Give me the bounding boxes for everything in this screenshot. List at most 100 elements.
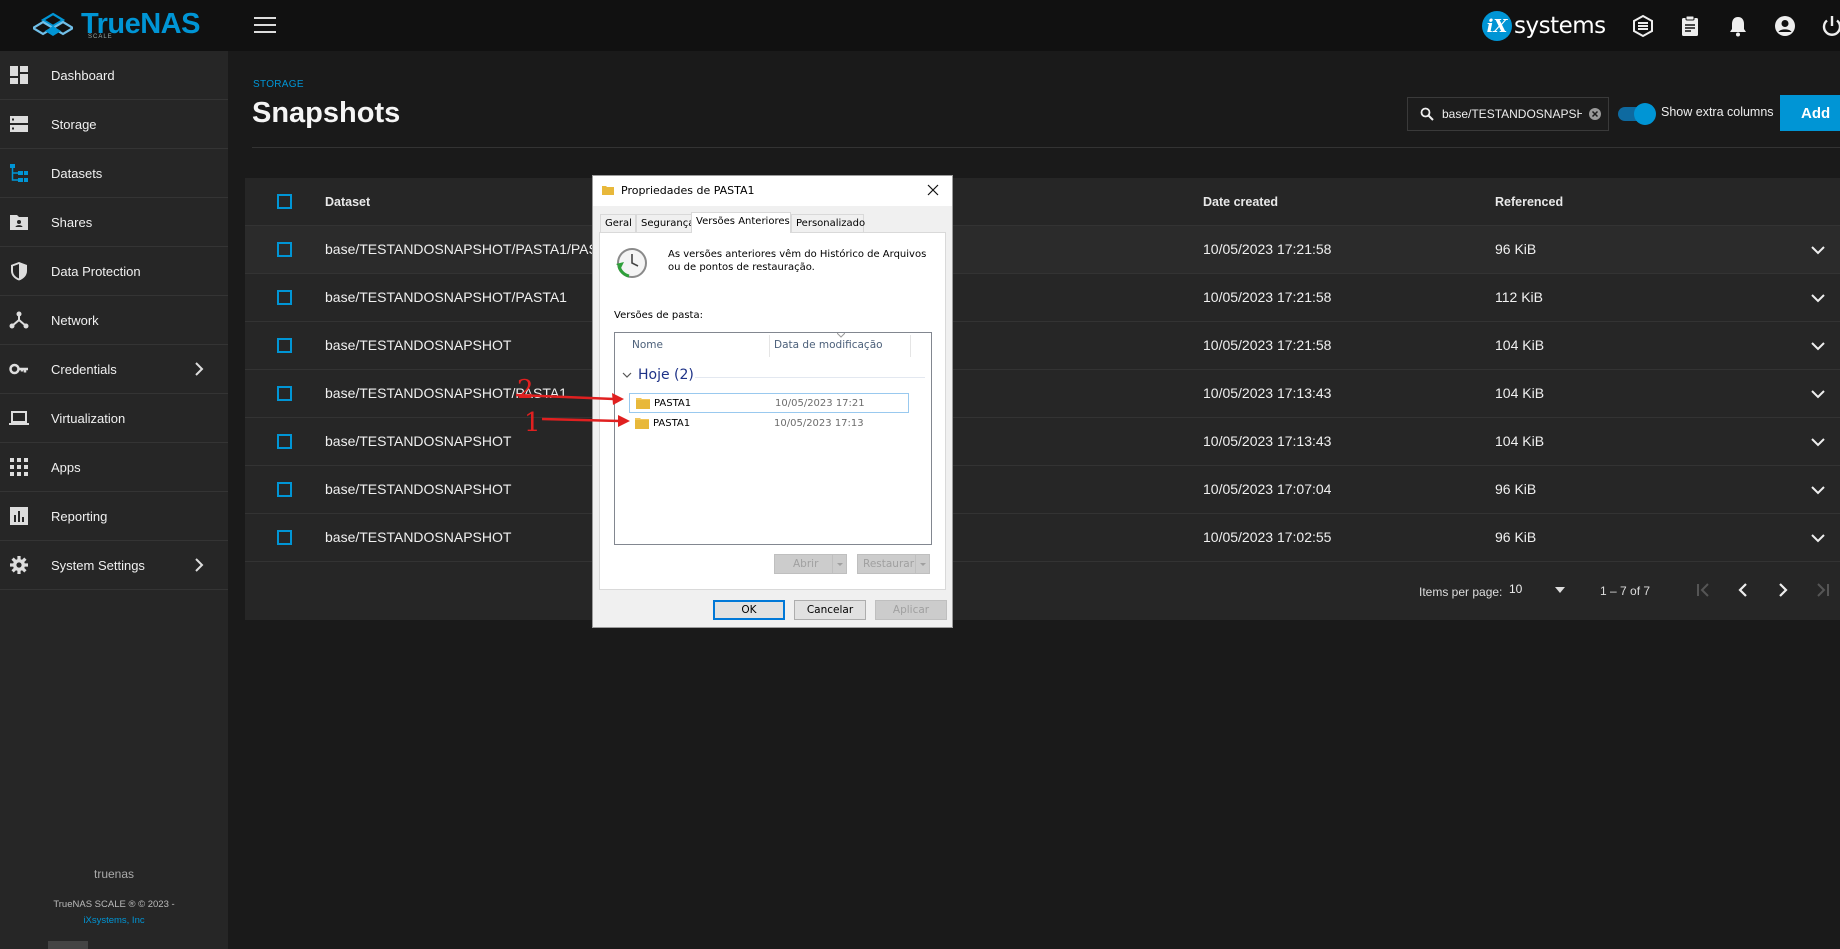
breadcrumb[interactable]: STORAGE [253,79,304,90]
list-item[interactable]: PASTA1 10/05/2023 17:21 [629,393,909,413]
top-bar: TrueNAS SCALE iX systems [0,0,1840,51]
next-page-icon[interactable] [1772,579,1794,601]
select-all-checkbox[interactable] [277,194,292,209]
group-today[interactable]: Hoje (2) [622,367,694,383]
dataset-cell: base/TESTANDOSNAPSHOT [325,337,512,353]
sidebar-item-shares[interactable]: Shares [0,198,228,247]
referenced-cell: 104 KiB [1495,337,1545,353]
tab-geral[interactable]: Geral [600,214,636,232]
chevron-down-icon[interactable] [1810,338,1826,354]
table-row[interactable]: base/TESTANDOSNAPSHOT 10/05/2023 17:07:0… [245,466,1840,514]
sidebar-item-credentials[interactable]: Credentials [0,345,228,394]
sidebar-item-virtualization[interactable]: Virtualization [0,394,228,443]
column-header-modified[interactable]: Data de modificação [774,339,883,351]
group-label: Hoje (2) [638,367,694,383]
annotation-number-1: 1 [524,408,541,438]
dataset-cell: base/TESTANDOSNAPSHOT [325,529,512,545]
truenas-logo[interactable]: TrueNAS [33,10,200,39]
chevron-down-icon[interactable] [1810,434,1826,450]
notifications-bell-icon[interactable] [1726,14,1750,38]
chevron-down-icon[interactable] [1810,386,1826,402]
column-header-date-created[interactable]: Date created [1203,195,1278,209]
previous-page-icon[interactable] [1732,579,1754,601]
table-row[interactable]: base/TESTANDOSNAPSHOT/PASTA1 10/05/2023 … [245,370,1840,418]
column-divider [910,335,911,357]
column-header-referenced[interactable]: Referenced [1495,195,1563,209]
table-row[interactable]: base/TESTANDOSNAPSHOT 10/05/2023 17:21:5… [245,322,1840,370]
last-page-icon[interactable] [1812,579,1834,601]
account-icon[interactable] [1773,14,1797,38]
row-checkbox[interactable] [277,530,292,545]
menu-toggle-icon[interactable] [254,17,276,34]
row-checkbox[interactable] [277,338,292,353]
ix-logo-text: systems [1514,13,1606,39]
jobs-clipboard-icon[interactable] [1678,14,1702,38]
datasets-icon [10,164,28,182]
row-checkbox[interactable] [277,290,292,305]
sidebar-item-storage[interactable]: Storage [0,100,228,149]
cancel-button[interactable]: Cancelar [794,600,866,620]
column-header-dataset[interactable]: Dataset [325,195,370,209]
referenced-cell: 104 KiB [1495,385,1545,401]
row-checkbox[interactable] [277,482,292,497]
chevron-down-icon[interactable] [1810,290,1826,306]
dropdown-arrow-icon [920,563,926,566]
tab-versoes-anteriores[interactable]: Versões Anteriores [691,212,791,233]
sidebar-item-data-protection[interactable]: Data Protection [0,247,228,296]
row-checkbox[interactable] [277,386,292,401]
folder-properties-dialog: Propriedades de PASTA1 Geral Segurança V… [592,175,953,628]
tab-personalizado[interactable]: Personalizado [791,214,865,232]
table-row[interactable]: base/TESTANDOSNAPSHOT/PASTA1 10/05/2023 … [245,274,1840,322]
power-icon[interactable] [1820,14,1840,38]
ok-button[interactable]: OK [713,600,785,620]
tab-seguranca[interactable]: Segurança [636,214,694,232]
row-checkbox[interactable] [277,434,292,449]
search-input[interactable]: base/TESTANDOSNAPSHOT/PASTA1 [1407,97,1609,131]
company-link[interactable]: iXsystems, Inc [0,913,228,929]
chevron-down-icon[interactable] [1810,530,1826,546]
row-checkbox[interactable] [277,242,292,257]
reporting-icon [10,507,28,525]
list-item[interactable]: PASTA1 10/05/2023 17:13 [629,414,909,434]
first-page-icon[interactable] [1692,579,1714,601]
add-button[interactable]: Add [1780,95,1840,131]
network-icon [9,311,29,329]
sidebar-item-label: Storage [51,116,97,132]
sidebar-item-dashboard[interactable]: Dashboard [0,51,228,100]
clear-search-icon[interactable] [1588,107,1602,121]
ix-logo-mark: iX [1482,11,1512,41]
sidebar-item-apps[interactable]: Apps [0,443,228,492]
sidebar-item-network[interactable]: Network [0,296,228,345]
referenced-cell: 96 KiB [1495,241,1537,257]
column-header-name[interactable]: Nome [632,339,663,351]
ixsystems-logo[interactable]: iX systems [1482,11,1606,41]
truecommand-icon[interactable] [1631,14,1655,38]
sidebar-item-label: Credentials [51,361,117,377]
show-extra-columns-toggle[interactable] [1618,103,1656,125]
table-row[interactable]: base/TESTANDOSNAPSHOT/PASTA1/PASTA2 10/0… [245,226,1840,274]
table-row[interactable]: base/TESTANDOSNAPSHOT 10/05/2023 17:02:5… [245,514,1840,562]
apply-button[interactable]: Aplicar [875,600,947,620]
dataset-cell: base/TESTANDOSNAPSHOT [325,481,512,497]
sidebar-item-datasets[interactable]: Datasets [0,149,228,198]
open-dropdown-arrow[interactable] [832,555,846,573]
sidebar-item-label: Shares [51,214,93,230]
date-cell: 10/05/2023 17:02:55 [1203,529,1332,545]
chevron-down-icon[interactable] [1810,242,1826,258]
table-row[interactable]: base/TESTANDOSNAPSHOT 10/05/2023 17:13:4… [245,418,1840,466]
chevron-down-icon[interactable] [1810,482,1826,498]
sidebar-item-label: Dashboard [51,67,115,83]
sidebar-scrollbar[interactable] [48,941,88,949]
restore-dropdown-arrow[interactable] [915,555,929,573]
sidebar-footer: truenas TrueNAS SCALE ® © 2023 - iXsyste… [0,867,228,929]
folder-versions-list[interactable]: Nome Data de modificação Hoje (2) PASTA1… [614,332,932,545]
sidebar-item-reporting[interactable]: Reporting [0,492,228,541]
divider [252,147,1840,148]
chevron-right-icon [195,362,204,376]
restore-button[interactable]: Restaurar [857,554,930,574]
sidebar-item-system-settings[interactable]: System Settings [0,541,228,590]
dialog-title-bar[interactable]: Propriedades de PASTA1 [593,176,952,206]
open-button[interactable]: Abrir [774,554,847,574]
items-per-page-select[interactable]: 10 [1509,582,1569,602]
close-icon[interactable] [925,182,941,198]
